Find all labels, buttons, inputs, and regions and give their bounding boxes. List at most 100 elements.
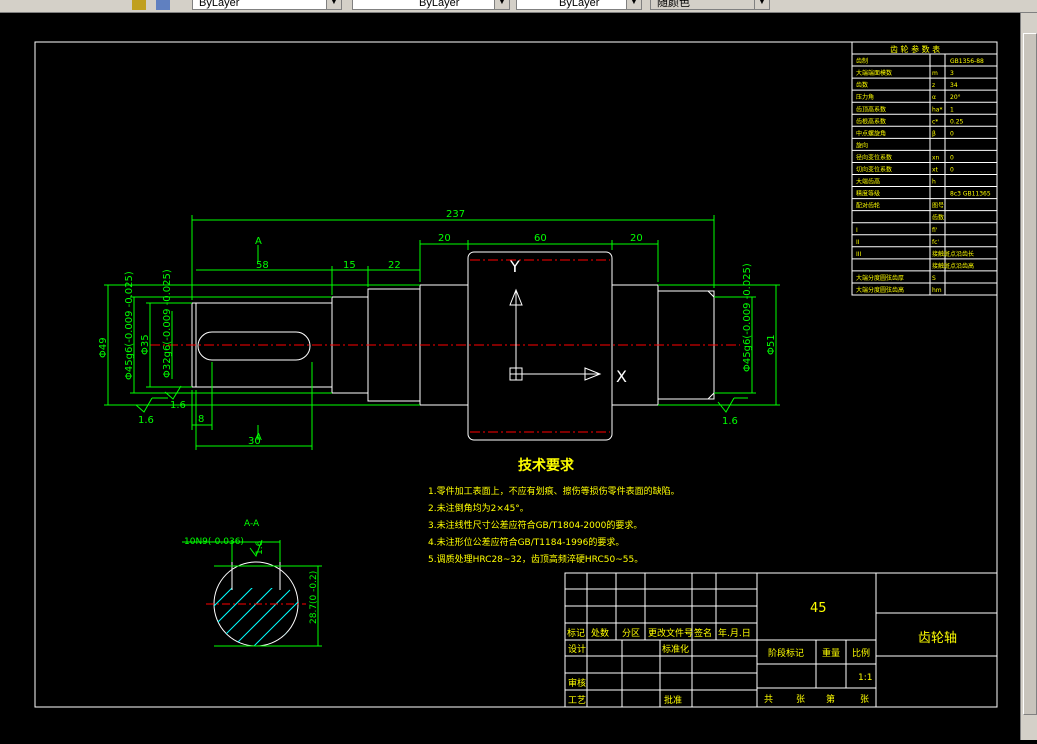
plotstyle-select[interactable]: 随颜色 ▼ — [650, 0, 770, 10]
tb-label: 设计 — [568, 643, 586, 655]
gear-table-cell: 齿顶高系数 — [856, 105, 886, 113]
pitch-lines — [150, 259, 740, 433]
scrollbar-thumb[interactable] — [1023, 33, 1037, 715]
gear-table-cell: 旋向 — [856, 141, 868, 149]
gear-table-cell: m — [932, 70, 938, 77]
ra-left-2: 1.6 — [170, 400, 186, 411]
chevron-down-icon: ▼ — [754, 0, 769, 9]
section-a-a: A-A 10N9(-0.036) 1.6 28.7(0 -0.2) — [182, 519, 322, 647]
gear-table-cell: 大端齿高 — [856, 178, 880, 186]
tech-req-item: 5.调质处理HRC28~32，齿顶高频淬硬HRC50~55。 — [428, 553, 643, 565]
color-select-value: ByLayer — [199, 0, 240, 9]
gear-table-cell: 0 — [950, 154, 954, 161]
material-label: 45 — [810, 601, 827, 616]
shaft-view — [191, 251, 715, 441]
section-title: A-A — [244, 519, 260, 529]
gear-table-cell: α — [932, 94, 936, 101]
layer-previous-icon[interactable] — [156, 0, 170, 10]
gear-table-cell: xt — [932, 167, 939, 174]
section-hatch — [214, 570, 298, 646]
linetype-select-value: ByLayer — [419, 0, 460, 9]
gear-table-cell: 径向变位系数 — [856, 153, 892, 161]
tb-label: 签名 — [694, 627, 712, 639]
gear-table-cell: 切向变位系数 — [856, 166, 892, 174]
gear-table-cell: 大端分度圆弦齿厚 — [856, 274, 904, 282]
gear-table-cell: h — [932, 179, 936, 186]
tech-req-list: 1.零件加工表面上，不应有划痕、擦伤等损伤零件表面的缺陷。 2.未注倒角均为2×… — [428, 485, 680, 565]
gear-table-cell: hm — [932, 287, 942, 294]
dim-seg-20-left: 20 — [438, 233, 451, 244]
ra-right: 1.6 — [722, 416, 738, 427]
keyway-slot — [197, 331, 311, 361]
dim-seg-58: 58 — [256, 260, 269, 271]
dia-phi49: Φ49 — [98, 337, 109, 358]
keyway-ra: 1.6 — [255, 540, 265, 555]
linetype-select[interactable]: ByLayer ▼ — [352, 0, 510, 10]
part-name: 齿轮轴 — [918, 631, 957, 646]
tb-label: 处数 — [591, 627, 609, 639]
dim-seg-15: 15 — [343, 260, 356, 271]
scale-value: 1:1 — [858, 673, 872, 683]
gear-table-cell: 0 — [950, 130, 954, 137]
gear-table-cell: β — [932, 130, 936, 137]
section-mark-a-top: A — [255, 236, 262, 247]
dia-phi51: Φ51 — [766, 334, 777, 355]
gear-table-cell: III — [856, 251, 862, 258]
gear-table-cell: 齿根高系数 — [856, 117, 886, 125]
lineweight-select[interactable]: ByLayer ▼ — [516, 0, 642, 10]
gear-table-cell: 20° — [950, 94, 961, 101]
tb-label: 重量 — [822, 647, 840, 659]
tech-req-item: 2.未注倒角均为2×45°。 — [428, 502, 529, 514]
match-properties-icon[interactable] — [132, 0, 146, 10]
tech-req-title: 技术要求 — [518, 457, 575, 474]
gear-table-cell: 8c3 GB11365 — [950, 191, 991, 198]
tb-label: 更改文件号 — [648, 627, 693, 639]
gear-table-cell: 配对齿轮 — [856, 202, 880, 210]
color-select[interactable]: ByLayer ▼ — [192, 0, 342, 10]
gear-table-cell: 齿数 — [932, 214, 944, 222]
chevron-down-icon: ▼ — [494, 0, 509, 9]
tb-label: 第 — [826, 693, 835, 705]
tb-label: 批准 — [664, 694, 682, 706]
gear-table-cell: z — [932, 82, 935, 89]
ucs-x-label: X — [616, 367, 627, 386]
dim-seg-22: 22 — [388, 260, 401, 271]
keyway-spec: 10N9(-0.036) — [184, 537, 244, 547]
gear-table-cell: 3 — [950, 70, 954, 77]
gear-table-cell: 齿制 — [856, 57, 868, 65]
drawing-viewport[interactable]: Y X 237 20 60 20 58 15 22 A A 8 30 1.6 1… — [0, 13, 1020, 740]
tb-label: 标记 — [567, 627, 585, 639]
chevron-down-icon: ▼ — [626, 0, 641, 9]
gear-table-cell: c* — [932, 118, 938, 125]
keyway-depth: 28.7(0 -0.2) — [309, 571, 319, 624]
gear-table-cell: fc' — [932, 239, 939, 246]
dia-phi45-left: Φ45g6(-0.009 -0.025) — [124, 271, 135, 380]
gear-table-cell: 34 — [950, 82, 958, 89]
dimension-lines — [104, 215, 780, 450]
vertical-scrollbar[interactable] — [1020, 13, 1037, 740]
gear-table-cell: GB1356-88 — [950, 58, 984, 65]
tb-label: 分区 — [622, 628, 640, 639]
dim-seg-60: 60 — [534, 233, 547, 244]
dim-seg-20-right: 20 — [630, 233, 643, 244]
dia-phi32: Φ32g6(-0.009 -0.025) — [162, 269, 173, 378]
gear-table-cell: 大端分度圆弦齿高 — [856, 286, 904, 294]
tb-label: 共 — [764, 694, 773, 705]
ra-left-1: 1.6 — [138, 415, 154, 426]
tb-label: 年.月.日 — [718, 627, 751, 639]
tb-label: 阶段标记 — [768, 647, 804, 659]
gear-table-cell: I — [856, 227, 858, 234]
dia-phi45-right: Φ45g6(-0.009 -0.025) — [742, 263, 753, 372]
gear-table-cell: 大端端面模数 — [856, 69, 892, 77]
gear-table-cell: 中点螺旋角 — [856, 129, 886, 137]
gear-parameter-table: 齿 轮 参 数 表 齿制 GB1356-88 大端端面模数 m 3 齿数 z 34 压力角 α 20… — [851, 41, 998, 296]
chevron-down-icon: ▼ — [326, 0, 341, 9]
gear-table-cell: fi' — [932, 227, 938, 234]
gear-table-cell: 压力角 — [856, 93, 874, 101]
tb-label: 张 — [860, 694, 869, 705]
gear-table-cell: 1 — [950, 106, 954, 113]
tb-label: 张 — [796, 694, 805, 705]
dia-phi35: Φ35 — [140, 334, 151, 355]
lineweight-select-value: ByLayer — [559, 0, 600, 9]
tech-req-item: 3.未注线性尺寸公差应符合GB/T1804-2000的要求。 — [428, 519, 642, 531]
